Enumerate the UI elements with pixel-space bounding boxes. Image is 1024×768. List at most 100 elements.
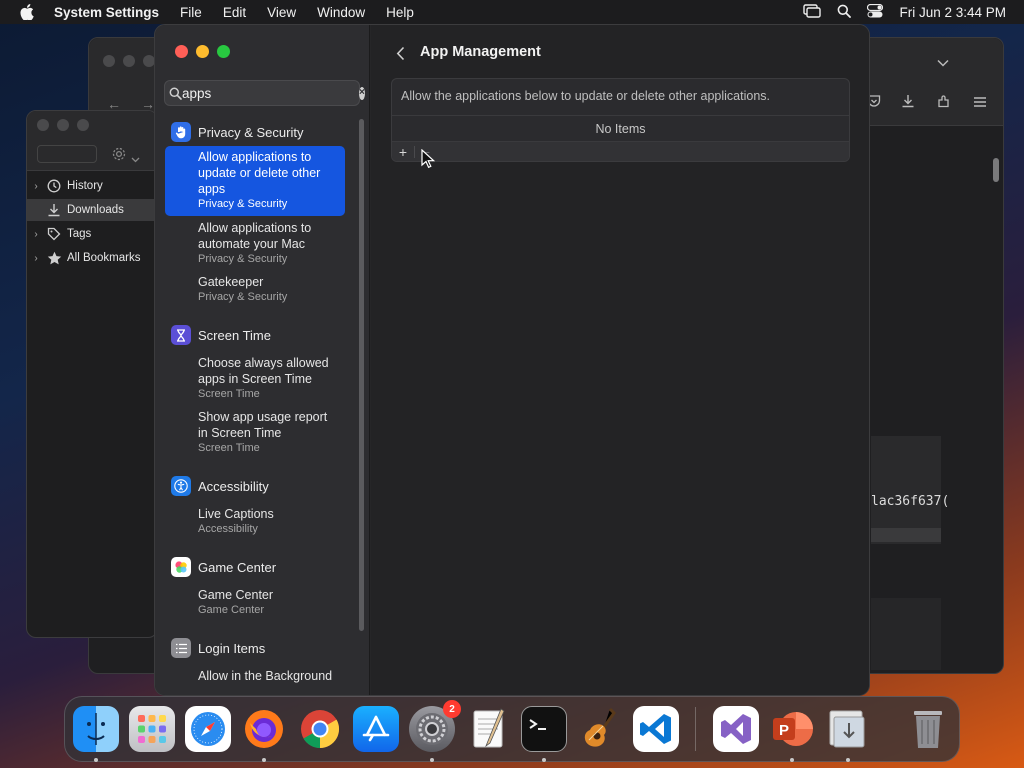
result-subtitle: Privacy & Security [198, 291, 288, 303]
result-subtitle: Privacy & Security [198, 253, 288, 265]
finder-item-history[interactable]: › History [27, 175, 157, 197]
mouse-cursor-icon [421, 148, 436, 174]
menu-app-name[interactable]: System Settings [54, 5, 159, 20]
zoom-button[interactable] [217, 45, 230, 58]
group-label: Accessibility [198, 478, 269, 494]
screen-mirroring-icon[interactable] [803, 3, 822, 21]
search-result-app-updates[interactable]: Allow applications to update or delete o… [165, 146, 345, 216]
clear-search-icon[interactable]: × [359, 86, 365, 100]
chevron-down-icon[interactable] [937, 54, 949, 72]
game-center-icon [171, 557, 191, 577]
finder-item-all-bookmarks[interactable]: › All Bookmarks [27, 247, 157, 269]
control-center-icon[interactable] [867, 3, 884, 21]
disclosure-chevron-icon[interactable]: › [27, 229, 45, 240]
menu-window[interactable]: Window [317, 5, 365, 20]
hamburger-menu-icon[interactable] [973, 95, 987, 113]
running-indicator [542, 758, 546, 762]
dock-app-terminal[interactable] [521, 706, 567, 752]
search-result-usage-report[interactable]: Show app usage report in Screen Time Scr… [165, 406, 345, 458]
extensions-icon[interactable] [937, 94, 951, 113]
trash-icon [914, 711, 942, 748]
finder-close-button[interactable] [37, 119, 49, 131]
dock-app-garageband[interactable] [577, 706, 623, 752]
search-result-game-center[interactable]: Game Center Game Center [165, 584, 345, 620]
dock: 2 P [64, 696, 960, 762]
dock-app-system-settings[interactable]: 2 [409, 700, 461, 752]
empty-list-label: No Items [392, 115, 849, 141]
menu-help[interactable]: Help [386, 5, 414, 20]
finder-minimize-button[interactable] [57, 119, 69, 131]
menu-bar: System Settings File Edit View Window He… [0, 0, 1024, 24]
dock-app-vscode[interactable] [633, 706, 679, 752]
finder-zoom-button[interactable] [77, 119, 89, 131]
dock-app-visual-studio[interactable] [713, 706, 759, 752]
search-result-allow-background[interactable]: Allow in the Background [165, 665, 345, 687]
terminal-gray-block-lower [871, 598, 941, 670]
vscode-icon [640, 714, 671, 744]
group-login-items[interactable]: Login Items [171, 638, 265, 658]
dock-app-app-store[interactable] [353, 706, 399, 752]
result-title: Allow applications to automate your Mac [198, 221, 312, 251]
chrome-icon [301, 710, 340, 749]
background-window-dots [103, 55, 155, 67]
dock-app-finder[interactable] [73, 706, 119, 752]
downloads-stack-icon [829, 710, 865, 748]
page-title: App Management [420, 44, 541, 60]
finder-item-tags[interactable]: › Tags [27, 223, 157, 245]
search-result-always-allowed[interactable]: Choose always allowed apps in Screen Tim… [165, 352, 345, 404]
menu-file[interactable]: File [180, 5, 202, 20]
dock-app-downloads-stack[interactable] [825, 706, 871, 752]
back-chevron-icon[interactable] [393, 43, 407, 63]
running-indicator [430, 758, 434, 762]
finder-item-downloads[interactable]: Downloads [27, 199, 157, 221]
powerpoint-icon: P [773, 712, 813, 746]
dock-app-textedit[interactable] [465, 706, 511, 752]
menu-edit[interactable]: Edit [223, 5, 246, 20]
running-indicator [94, 758, 98, 762]
dock-app-safari[interactable] [185, 706, 231, 752]
search-result-gatekeeper[interactable]: Gatekeeper Privacy & Security [165, 271, 345, 307]
group-accessibility[interactable]: Accessibility [171, 476, 269, 496]
dock-app-firefox[interactable] [241, 706, 287, 752]
settings-sidebar: × Privacy & Security Allow applications … [155, 25, 370, 695]
dock-divider [695, 707, 696, 751]
search-result-live-captions[interactable]: Live Captions Accessibility [165, 503, 345, 539]
result-title: Choose always allowed apps in Screen Tim… [198, 356, 329, 386]
dock-app-launchpad[interactable] [129, 706, 175, 752]
list-controls: + − [392, 141, 849, 161]
terminal-scrollbar-thumb[interactable] [993, 158, 999, 182]
dock-app-trash[interactable] [905, 706, 951, 752]
finder-window: › History Downloads › Tags › All Bookmar… [26, 110, 158, 638]
download-icon [45, 202, 63, 218]
menu-view[interactable]: View [267, 5, 296, 20]
dock-app-powerpoint[interactable]: P [769, 706, 815, 752]
gear-icon[interactable] [111, 146, 127, 167]
sidebar-scrollbar[interactable] [359, 119, 364, 631]
spotlight-search-icon[interactable] [837, 4, 852, 21]
search-result-automate-mac[interactable]: Allow applications to automate your Mac … [165, 217, 345, 269]
result-title: Game Center [198, 588, 274, 602]
finder-item-label: History [67, 180, 103, 192]
group-game-center[interactable]: Game Center [171, 557, 276, 577]
minimize-button[interactable] [196, 45, 209, 58]
dock-app-chrome[interactable] [297, 706, 343, 752]
chevron-down-icon[interactable] [131, 150, 140, 168]
download-icon[interactable] [901, 94, 915, 113]
finder-view-toggle[interactable] [37, 145, 97, 163]
group-screen-time[interactable]: Screen Time [171, 325, 271, 345]
disclosure-chevron-icon[interactable]: › [27, 181, 45, 192]
close-button[interactable] [175, 45, 188, 58]
search-field[interactable]: × [164, 80, 365, 106]
result-title: Allow in the Background [198, 669, 333, 683]
result-subtitle: Privacy & Security [198, 198, 288, 210]
add-app-button[interactable]: + [392, 142, 414, 161]
group-privacy-security[interactable]: Privacy & Security [171, 122, 303, 142]
terminal-separator-line [871, 528, 941, 542]
apple-menu-icon[interactable] [18, 3, 36, 21]
menu-clock[interactable]: Fri Jun 2 3:44 PM [899, 5, 1006, 20]
disclosure-chevron-icon[interactable]: › [27, 253, 45, 264]
garageband-icon [584, 707, 616, 747]
finder-item-label: All Bookmarks [67, 252, 141, 264]
accessibility-icon [171, 476, 191, 496]
search-input[interactable] [182, 85, 359, 101]
